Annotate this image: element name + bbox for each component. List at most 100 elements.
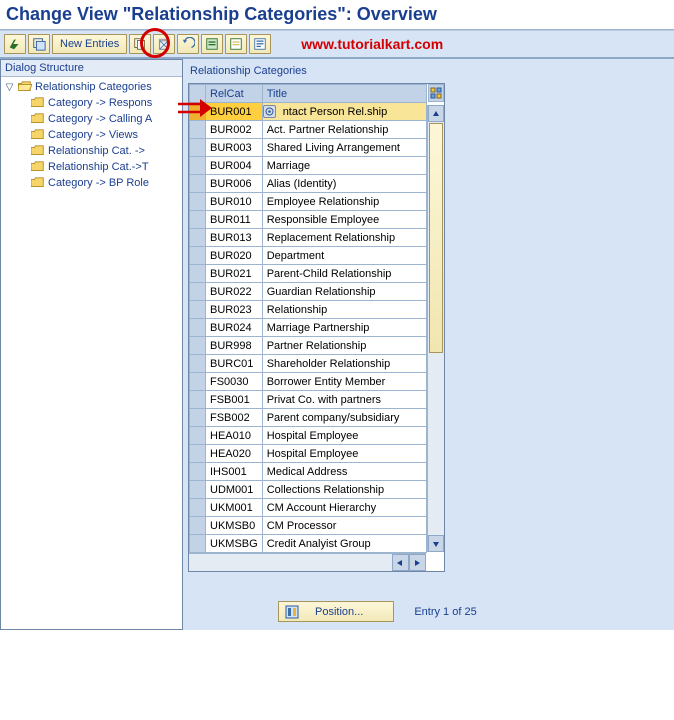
row-selector[interactable] <box>190 229 206 247</box>
position-button[interactable]: Position... <box>278 601 394 622</box>
relcat-cell[interactable]: BUR022 <box>206 283 263 301</box>
relcat-cell[interactable]: BUR002 <box>206 121 263 139</box>
relcat-cell[interactable]: BUR998 <box>206 337 263 355</box>
relcat-cell[interactable]: BURC01 <box>206 355 263 373</box>
undo-button[interactable] <box>177 34 199 54</box>
title-cell[interactable]: CM Account Hierarchy <box>262 499 426 517</box>
table-row[interactable]: BUR011Responsible Employee <box>190 211 427 229</box>
relcat-cell[interactable]: BUR023 <box>206 301 263 319</box>
relcat-cell[interactable]: BUR010 <box>206 193 263 211</box>
row-selector[interactable] <box>190 157 206 175</box>
table-row[interactable]: BUR998Partner Relationship <box>190 337 427 355</box>
table-row[interactable]: BUR020Department <box>190 247 427 265</box>
table-row[interactable]: HEA010Hospital Employee <box>190 427 427 445</box>
row-selector[interactable] <box>190 121 206 139</box>
row-selector[interactable] <box>190 499 206 517</box>
scroll-right-button[interactable] <box>409 554 426 571</box>
scroll-down-button[interactable] <box>428 535 444 552</box>
relcat-cell[interactable]: BUR001 <box>206 103 263 121</box>
relcat-cell[interactable]: IHS001 <box>206 463 263 481</box>
title-cell[interactable]: Shared Living Arrangement <box>262 139 426 157</box>
horizontal-scrollbar[interactable] <box>189 553 426 571</box>
row-selector[interactable] <box>190 175 206 193</box>
scroll-up-button[interactable] <box>428 105 444 122</box>
title-cell[interactable]: Parent company/subsidiary <box>262 409 426 427</box>
relcat-cell[interactable]: BUR003 <box>206 139 263 157</box>
row-selector[interactable] <box>190 265 206 283</box>
title-cell[interactable]: Collections Relationship <box>262 481 426 499</box>
title-cell[interactable]: Privat Co. with partners <box>262 391 426 409</box>
scroll-left-button[interactable] <box>392 554 409 571</box>
table-row[interactable]: FSB001Privat Co. with partners <box>190 391 427 409</box>
row-selector[interactable] <box>190 445 206 463</box>
collapse-icon[interactable]: ▽ <box>4 82 15 93</box>
row-selector[interactable] <box>190 409 206 427</box>
tree-child[interactable]: Category -> Views <box>1 127 182 143</box>
table-row[interactable]: BUR002Act. Partner Relationship <box>190 121 427 139</box>
table-row[interactable]: UKMSB0CM Processor <box>190 517 427 535</box>
tree-child[interactable]: Category -> Calling A <box>1 111 182 127</box>
tree-child[interactable]: Relationship Cat.->T <box>1 159 182 175</box>
table-row[interactable]: UKMSBGCredit Analyist Group <box>190 535 427 553</box>
copy-as-button[interactable] <box>129 34 151 54</box>
title-cell[interactable]: Relationship <box>262 301 426 319</box>
relcat-cell[interactable]: UKMSBG <box>206 535 263 553</box>
row-selector[interactable] <box>190 319 206 337</box>
relcat-cell[interactable]: FSB001 <box>206 391 263 409</box>
relcat-cell[interactable]: HEA010 <box>206 427 263 445</box>
table-row[interactable]: BUR010Employee Relationship <box>190 193 427 211</box>
row-selector[interactable] <box>190 355 206 373</box>
title-cell[interactable]: Guardian Relationship <box>262 283 426 301</box>
table-row[interactable]: BUR024Marriage Partnership <box>190 319 427 337</box>
relcat-cell[interactable]: HEA020 <box>206 445 263 463</box>
row-selector[interactable] <box>190 139 206 157</box>
table-row[interactable]: BUR021Parent-Child Relationship <box>190 265 427 283</box>
table-row[interactable]: UKM001CM Account Hierarchy <box>190 499 427 517</box>
tree-child[interactable]: Category -> BP Role <box>1 175 182 191</box>
table-row[interactable]: FS0030Borrower Entity Member <box>190 373 427 391</box>
scroll-thumb[interactable] <box>429 123 443 353</box>
relcat-cell[interactable]: BUR011 <box>206 211 263 229</box>
row-selector[interactable] <box>190 391 206 409</box>
row-selector[interactable] <box>190 301 206 319</box>
row-selector[interactable] <box>190 247 206 265</box>
relcat-cell[interactable]: BUR021 <box>206 265 263 283</box>
title-cell[interactable]: Parent-Child Relationship <box>262 265 426 283</box>
title-cell[interactable]: Act. Partner Relationship <box>262 121 426 139</box>
tree-root[interactable]: ▽ Relationship Categories <box>1 79 182 95</box>
relcat-cell[interactable]: UKM001 <box>206 499 263 517</box>
title-cell[interactable]: Partner Relationship <box>262 337 426 355</box>
tree-child[interactable]: Relationship Cat. -> <box>1 143 182 159</box>
row-selector[interactable] <box>190 517 206 535</box>
title-cell[interactable]: Department <box>262 247 426 265</box>
table-row[interactable]: BUR006Alias (Identity) <box>190 175 427 193</box>
table-row[interactable]: UDM001Collections Relationship <box>190 481 427 499</box>
row-selector[interactable] <box>190 373 206 391</box>
table-row[interactable]: BURC01Shareholder Relationship <box>190 355 427 373</box>
relcat-cell[interactable]: UKMSB0 <box>206 517 263 535</box>
row-selector[interactable] <box>190 193 206 211</box>
table-row[interactable]: BUR001ntact Person Rel.ship <box>190 103 427 121</box>
title-cell[interactable]: Responsible Employee <box>262 211 426 229</box>
title-cell[interactable]: Replacement Relationship <box>262 229 426 247</box>
vertical-scrollbar[interactable] <box>427 105 444 552</box>
title-column-header[interactable]: Title <box>262 85 426 103</box>
relcat-cell[interactable]: BUR004 <box>206 157 263 175</box>
relcat-cell[interactable]: UDM001 <box>206 481 263 499</box>
detail-icon[interactable] <box>263 105 276 118</box>
title-cell[interactable]: Alias (Identity) <box>262 175 426 193</box>
table-row[interactable]: BUR003Shared Living Arrangement <box>190 139 427 157</box>
title-cell[interactable]: CM Processor <box>262 517 426 535</box>
relcat-cell[interactable]: BUR024 <box>206 319 263 337</box>
title-cell[interactable]: Credit Analyist Group <box>262 535 426 553</box>
row-selector[interactable] <box>190 535 206 553</box>
table-row[interactable]: IHS001Medical Address <box>190 463 427 481</box>
table-row[interactable]: FSB002Parent company/subsidiary <box>190 409 427 427</box>
relcat-cell[interactable]: FSB002 <box>206 409 263 427</box>
row-selector[interactable] <box>190 481 206 499</box>
title-cell[interactable]: Marriage <box>262 157 426 175</box>
title-cell[interactable]: Medical Address <box>262 463 426 481</box>
row-selector[interactable] <box>190 463 206 481</box>
relcat-cell[interactable]: FS0030 <box>206 373 263 391</box>
deselect-all-button[interactable] <box>225 34 247 54</box>
